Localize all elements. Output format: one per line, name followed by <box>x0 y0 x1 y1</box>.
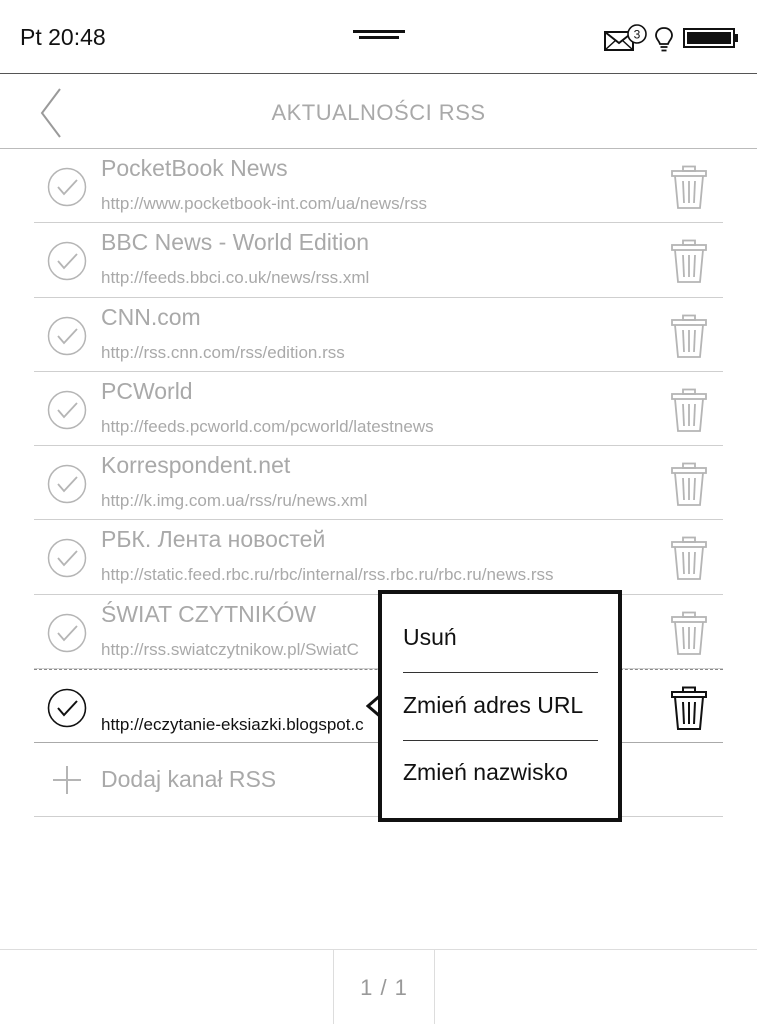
mail-badge: 3 <box>634 28 641 42</box>
feed-url: http://static.feed.rbc.ru/rbc/internal/r… <box>101 565 554 585</box>
trash-icon[interactable] <box>671 536 707 581</box>
list-item[interactable]: PCWorld http://feeds.pcworld.com/pcworld… <box>34 372 723 447</box>
feed-url: http://feeds.pcworld.com/pcworld/latestn… <box>101 416 434 436</box>
list-item[interactable]: PocketBook News http://www.pocketbook-in… <box>34 149 723 224</box>
feed-url: http://k.img.com.ua/rss/ru/news.xml <box>101 491 368 511</box>
check-circle-icon[interactable] <box>47 688 87 728</box>
feed-url: http://www.pocketbook-int.com/ua/news/rs… <box>101 194 427 213</box>
footer: 1 / 1 <box>0 949 757 1024</box>
check-circle-icon[interactable] <box>47 390 87 430</box>
plus-icon <box>53 766 81 795</box>
menu-item-rename[interactable]: Zmień nazwisko <box>403 741 598 808</box>
trash-icon[interactable] <box>671 388 707 432</box>
header: AKTUALNOŚCI RSS <box>0 75 757 149</box>
feed-url: http://rss.swiatczytnikow.pl/SwiatC <box>101 639 359 659</box>
feed-name: РБК. Лента новостей <box>101 526 326 553</box>
menu-item-change-url[interactable]: Zmień adres URL <box>403 674 598 741</box>
trash-icon[interactable] <box>671 314 707 358</box>
check-circle-icon[interactable] <box>47 167 87 207</box>
list-item[interactable]: BBC News - World Edition http://feeds.bb… <box>34 223 723 298</box>
bulb-icon[interactable] <box>655 27 673 53</box>
check-circle-icon[interactable] <box>47 241 87 281</box>
add-feed-label: Dodaj kanał RSS <box>101 766 277 793</box>
check-circle-icon[interactable] <box>47 316 87 356</box>
list-item[interactable]: CNN.com http://rss.cnn.com/rss/edition.r… <box>34 298 723 372</box>
page-title: AKTUALNOŚCI RSS <box>271 100 486 125</box>
status-bar: Pt 20:48 3 <box>0 0 757 74</box>
clock: Pt 20:48 <box>20 24 106 50</box>
feed-name: Korrespondent.net <box>101 452 291 479</box>
feed-name: PCWorld <box>101 377 193 404</box>
trash-icon[interactable] <box>671 686 707 731</box>
feed-url: http://rss.cnn.com/rss/edition.rss <box>101 342 345 362</box>
check-circle-icon[interactable] <box>47 464 87 504</box>
menu-item-delete[interactable]: Usuń <box>403 606 598 673</box>
feed-url: http://feeds.bbci.co.uk/news/rss.xml <box>101 268 370 288</box>
context-menu: Usuń Zmień adres URL Zmień nazwisko <box>378 590 622 822</box>
trash-icon[interactable] <box>671 239 707 284</box>
mail-icon[interactable]: 3 <box>604 24 648 52</box>
page-indicator[interactable]: 1 / 1 <box>333 950 435 1024</box>
feed-name: CNN.com <box>101 303 201 330</box>
feed-name: ŚWIAT CZYTNIKÓW <box>101 600 317 627</box>
feed-name: BBC News - World Edition <box>101 229 369 256</box>
check-circle-icon[interactable] <box>47 613 87 653</box>
feed-url: http://eczytanie-eksiazki.blogspot.c <box>101 715 364 735</box>
check-circle-icon[interactable] <box>47 538 87 578</box>
trash-icon[interactable] <box>671 462 707 507</box>
list-item[interactable]: Korrespondent.net http://k.img.com.ua/rs… <box>34 446 723 521</box>
feed-name: PocketBook News <box>101 155 288 181</box>
trash-icon[interactable] <box>671 611 707 655</box>
battery-icon <box>683 28 738 48</box>
menu-handle-icon[interactable] <box>353 30 405 40</box>
trash-icon[interactable] <box>671 165 707 209</box>
list-item[interactable]: РБК. Лента новостей http://static.feed.r… <box>34 520 723 595</box>
